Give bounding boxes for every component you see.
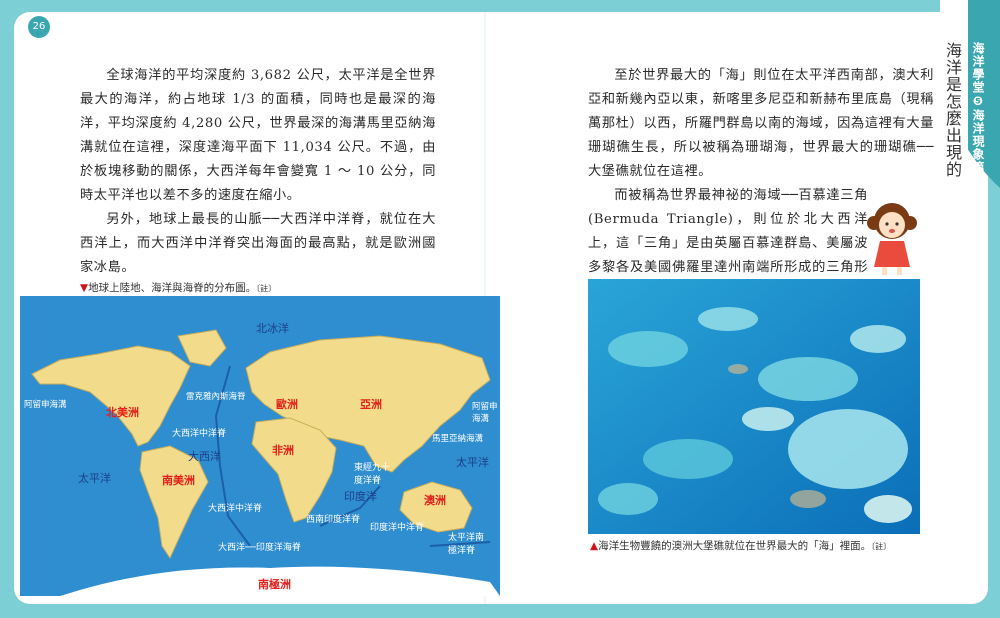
label-australia: 澳洲 (424, 494, 446, 507)
label-southwest-indian-ridge: 西南印度洋脊 (306, 515, 361, 525)
label-pacific-ocean-east: 太平洋 (456, 456, 489, 469)
label-aleutian-trench-east: 阿留申海溝 (472, 402, 498, 424)
label-mid-atlantic-ridge: 大西洋中洋脊 (172, 429, 227, 439)
label-north-america: 北美洲 (106, 406, 139, 419)
label-mariana-trench: 馬里亞納海溝 (432, 434, 484, 444)
left-body-text: 全球海洋的平均深度約 3,682 公尺，太平洋是全世界最大的海洋，約占地球 1/… (80, 64, 436, 280)
label-indian-mid-ocean-ridge: 印度洋中洋脊 (370, 523, 425, 533)
label-indian-ocean: 印度洋 (344, 490, 377, 503)
great-barrier-reef-photo (588, 279, 920, 534)
caption-triangle-icon: ▲ (590, 540, 599, 552)
label-arctic-ocean: 北冰洋 (256, 322, 289, 335)
paragraph: 至於世界最大的「海」則位在太平洋西南部，澳大利亞和新幾內亞以東，新喀里多尼亞和新… (588, 68, 934, 179)
label-ninetyeast-ridge: 東經九十度洋脊 (354, 463, 391, 486)
series-title: 海洋學堂❺海洋現象篇 (971, 42, 985, 174)
label-aleutian-trench: 阿留申海溝 (24, 400, 67, 410)
label-pacific-antarctic-ridge: 太平洋南極洋脊 (448, 533, 485, 556)
label-south-america: 南美洲 (162, 474, 195, 487)
photo-caption: ▲海洋生物豐饒的澳洲大堡礁就位在世界最大的「海」裡面。〔註〕 (590, 540, 892, 552)
chapter-title: 海洋是怎麼出現的 (943, 42, 962, 178)
page-number-left: 26 (28, 16, 50, 38)
label-antarctica: 南極洲 (258, 578, 291, 591)
label-reykjanes-ridge: 雷克雅內斯海脊 (186, 392, 246, 402)
label-mid-atlantic-ridge-south: 大西洋中洋脊 (208, 504, 263, 514)
caption-triangle-icon: ▼ (80, 282, 89, 294)
label-asia: 亞洲 (360, 398, 382, 411)
label-africa: 非洲 (272, 444, 294, 457)
label-europe: 歐洲 (276, 398, 298, 411)
map-caption: ▼地球上陸地、海洋與海脊的分布圖。〔註〕 (80, 282, 277, 294)
girl-illustration (867, 203, 917, 275)
label-pacific-ocean: 太平洋 (78, 472, 111, 485)
label-atlantic-indian-ridge: 大西洋──印度洋海脊 (218, 543, 301, 553)
paragraph: 另外，地球上最長的山脈──大西洋中洋脊，就位在大西洋上，而大西洋中洋脊突出海面的… (80, 212, 436, 275)
world-map: 北冰洋 太平洋 大西洋 印度洋 太平洋 北美洲 南美洲 歐洲 亞洲 非洲 澳洲 … (20, 296, 500, 596)
paragraph: 全球海洋的平均深度約 3,682 公尺，太平洋是全世界最大的海洋，約占地球 1/… (80, 68, 436, 203)
label-atlantic-ocean: 大西洋 (188, 450, 221, 463)
